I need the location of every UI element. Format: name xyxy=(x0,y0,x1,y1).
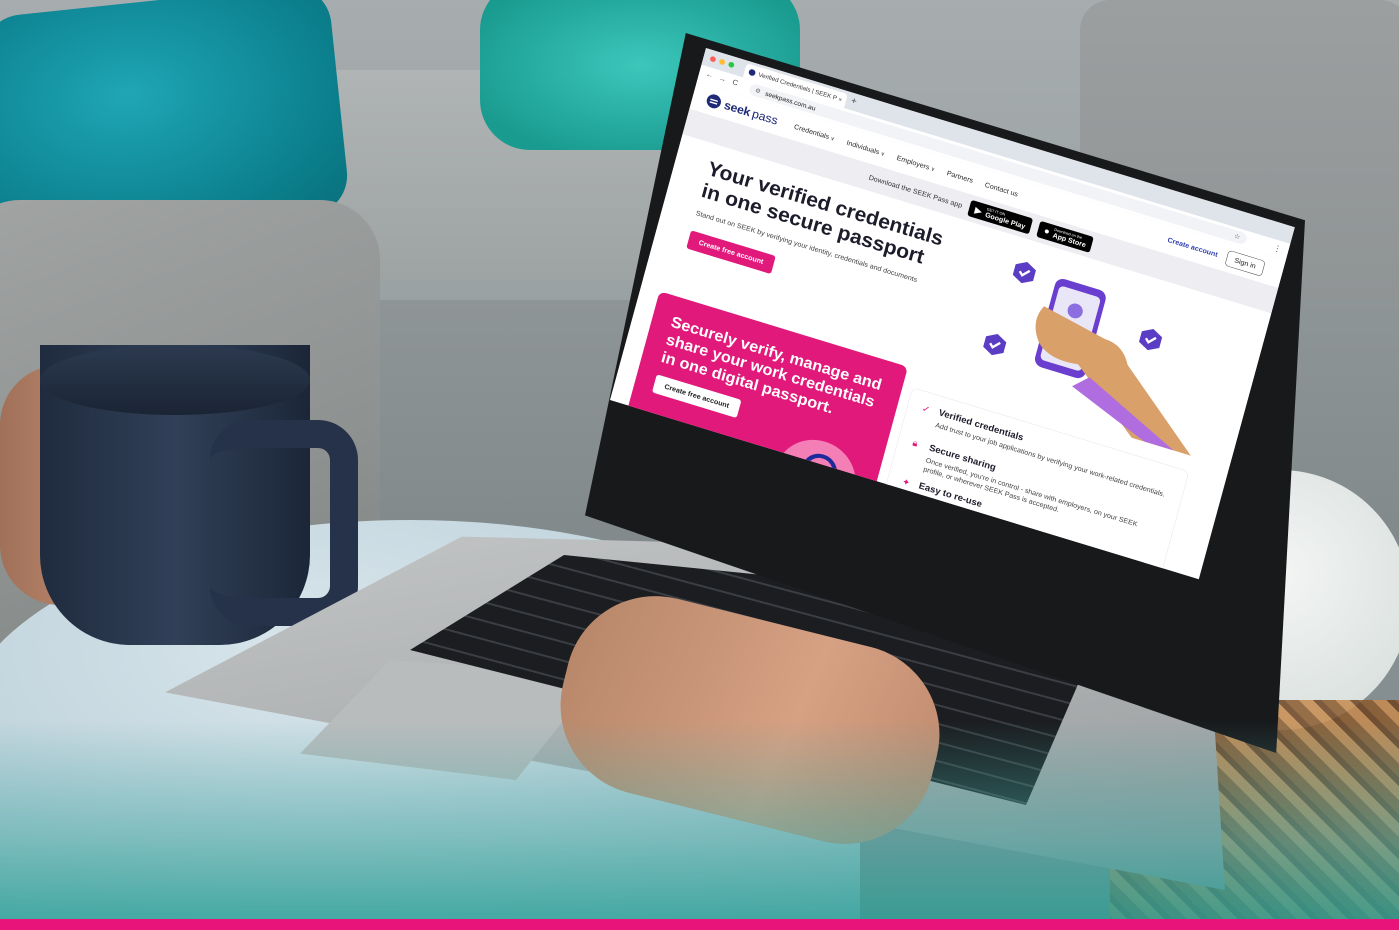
google-play-icon: ▶ xyxy=(973,204,984,217)
teal-gradient-overlay xyxy=(0,720,1399,920)
nav-contact-us[interactable]: Contact us xyxy=(984,181,1019,199)
maximize-window-dot[interactable] xyxy=(727,61,735,69)
nav-partners[interactable]: Partners xyxy=(946,169,974,184)
create-account-link[interactable]: Create account xyxy=(1167,236,1219,259)
coffee-mug-rim xyxy=(40,345,310,415)
check-circle-icon: ✓ xyxy=(920,403,932,416)
logo-word-seek: seek xyxy=(722,97,752,119)
nav-individuals[interactable]: Individuals xyxy=(846,139,886,158)
bottom-brand-bar xyxy=(0,919,1399,930)
lock-icon: 🔒︎ xyxy=(911,437,919,449)
apple-icon: ● xyxy=(1042,225,1051,237)
nav-credentials[interactable]: Credentials xyxy=(793,123,836,143)
bookmark-star-icon[interactable]: ☆ xyxy=(1232,230,1241,243)
close-window-dot[interactable] xyxy=(709,55,717,63)
site-info-icon[interactable]: ⚙ xyxy=(754,84,762,97)
logo-word-pass: pass xyxy=(750,106,780,128)
nav-employers[interactable]: Employers xyxy=(896,154,936,173)
back-arrow-icon[interactable]: ← xyxy=(705,70,714,80)
seek-pass-favicon-icon xyxy=(748,68,757,77)
seek-logo-mark-icon xyxy=(705,92,723,111)
coffee-mug-handle xyxy=(210,420,358,626)
minimize-window-dot[interactable] xyxy=(718,58,726,66)
badge-check-icon xyxy=(983,334,1007,356)
badge-check-icon xyxy=(1012,262,1036,284)
photo-scene: Verified Credentials | SEEK P × + ← → C … xyxy=(0,0,1399,930)
forward-arrow-icon[interactable]: → xyxy=(718,74,727,84)
new-tab-icon[interactable]: + xyxy=(850,95,858,107)
badge-check-icon xyxy=(1139,329,1163,351)
feature-secure-sharing: 🔒︎ Secure sharing Once verified, you're … xyxy=(911,437,1162,529)
reload-icon[interactable]: C xyxy=(731,78,739,88)
browser-menu-icon[interactable]: ⋮ xyxy=(1272,243,1283,255)
sparkle-icon: ✦ xyxy=(900,476,912,489)
